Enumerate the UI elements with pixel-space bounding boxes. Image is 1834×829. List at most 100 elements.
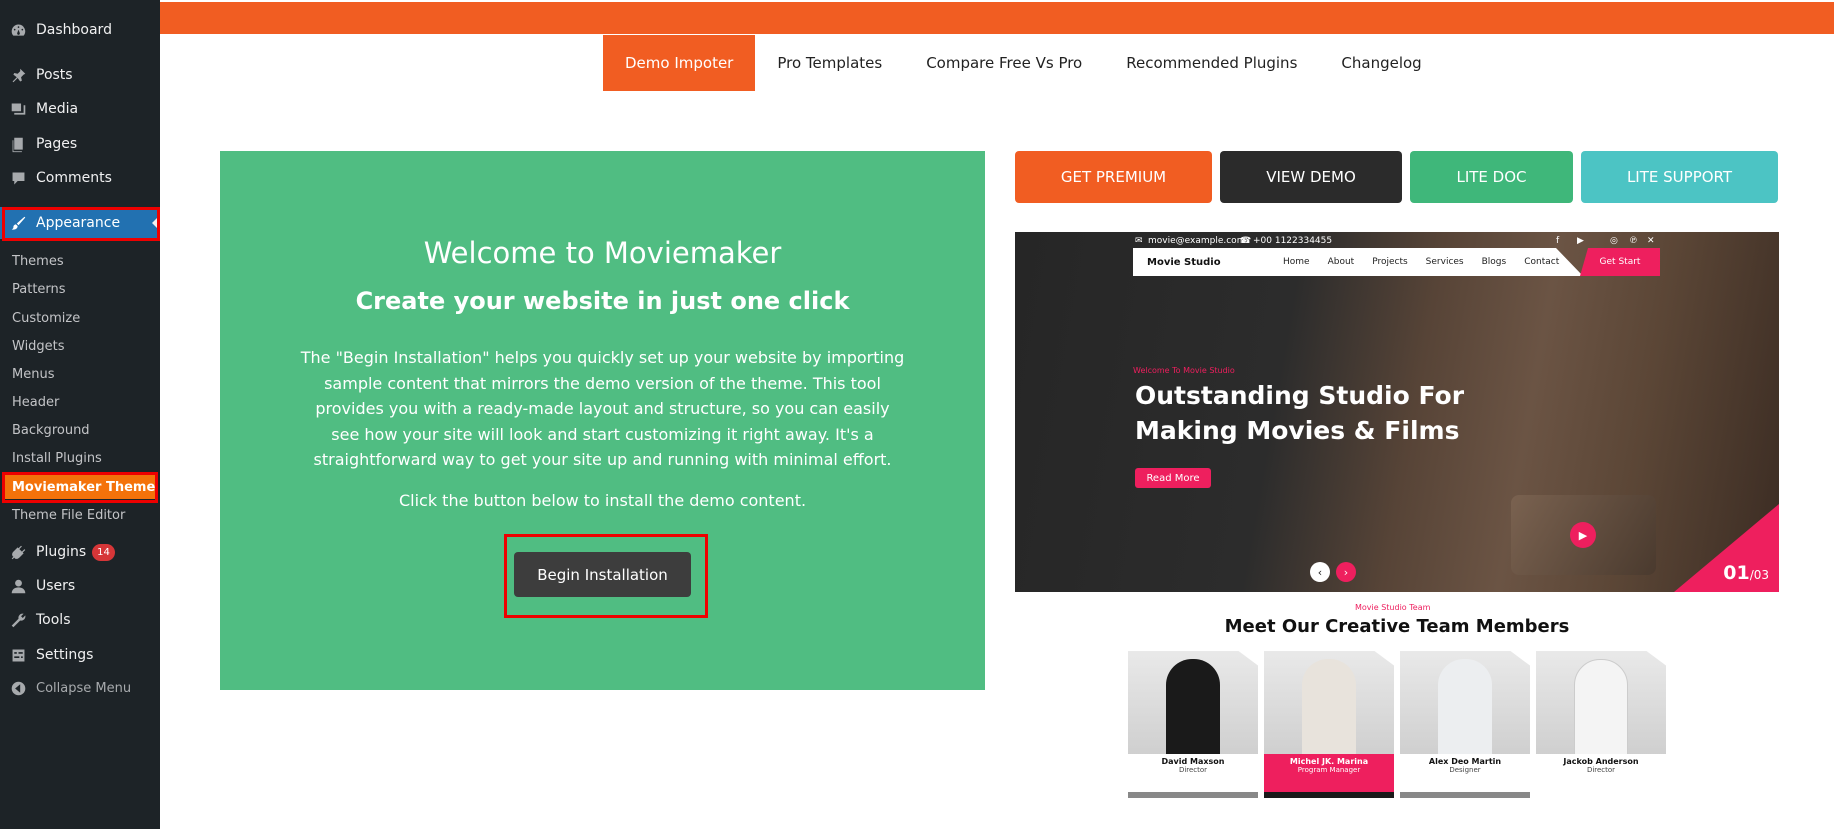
tab-compare-free-vs-pro[interactable]: Compare Free Vs Pro: [904, 35, 1104, 91]
sidebar-item-label: Media: [36, 101, 79, 117]
install-instruction: Click the button below to install the de…: [398, 491, 807, 510]
sidebar-item-users[interactable]: Users: [0, 570, 160, 602]
sidebar-item-appearance[interactable]: Appearance: [0, 207, 160, 239]
brush-icon: [0, 215, 36, 232]
plugin-icon: [0, 544, 36, 561]
sidebar-item-comments[interactable]: Comments: [0, 162, 160, 194]
team-member-card: Alex Deo Martin Designer: [1400, 651, 1530, 798]
preview-menu-item: Contact: [1524, 257, 1560, 267]
slide-total: /03: [1749, 568, 1769, 582]
member-bar: [1264, 792, 1394, 798]
team-title: Meet Our Creative Team Members: [1224, 616, 1570, 637]
instagram-icon: ◎: [1610, 236, 1618, 246]
tab-pro-templates[interactable]: Pro Templates: [755, 35, 904, 91]
member-bar: [1128, 792, 1258, 798]
submenu-install-plugins[interactable]: Install Plugins: [12, 447, 102, 469]
member-name: Jackob Anderson: [1563, 757, 1639, 766]
submenu-patterns[interactable]: Patterns: [12, 278, 66, 300]
sidebar-item-label: Comments: [36, 170, 112, 186]
preview-tagline: Welcome To Movie Studio: [1133, 366, 1235, 375]
submenu-header[interactable]: Header: [12, 391, 59, 413]
lite-support-button[interactable]: LITE SUPPORT: [1581, 151, 1778, 203]
member-caption: Alex Deo Martin Designer: [1400, 754, 1530, 792]
sidebar-item-plugins[interactable]: Plugins 14: [0, 536, 160, 568]
submenu-menus[interactable]: Menus: [12, 363, 54, 385]
tab-bar: Demo Impoter Pro Templates Compare Free …: [603, 35, 1444, 91]
preview-menu-item: Home: [1283, 257, 1310, 267]
view-demo-button[interactable]: VIEW DEMO: [1220, 151, 1402, 203]
sidebar-item-label: Plugins: [36, 544, 87, 560]
x-icon: ✕: [1647, 236, 1655, 246]
pinterest-icon: ℗: [1629, 236, 1638, 246]
lite-doc-button[interactable]: LITE DOC: [1410, 151, 1573, 203]
member-role: Director: [1586, 766, 1616, 774]
submenu-widgets[interactable]: Widgets: [12, 335, 65, 357]
preview-contact-bar: ✉ movie@example.com ☎ +00 1122334455 f ▶…: [1015, 232, 1779, 250]
chevron-left-icon: ‹: [1310, 562, 1330, 582]
get-premium-button[interactable]: GET PREMIUM: [1015, 151, 1212, 203]
sidebar-item-dashboard[interactable]: Dashboard: [0, 14, 160, 46]
media-icon: [0, 101, 36, 118]
begin-installation-button[interactable]: Begin Installation: [514, 552, 691, 597]
welcome-description: The "Begin Installation" helps you quick…: [300, 348, 905, 469]
member-caption: Jackob Anderson Director: [1536, 754, 1666, 792]
submenu-background[interactable]: Background: [12, 419, 90, 441]
submenu-themes[interactable]: Themes: [12, 250, 64, 272]
app: Dashboard Posts Media Pages Comments App…: [0, 0, 1834, 829]
admin-sidebar: Dashboard Posts Media Pages Comments App…: [0, 0, 160, 829]
collapse-menu-button[interactable]: Collapse Menu: [0, 672, 160, 704]
sidebar-item-media[interactable]: Media: [0, 93, 160, 125]
play-icon: ▶: [1570, 522, 1596, 548]
submenu-theme-file-editor[interactable]: Theme File Editor: [12, 504, 125, 526]
phone-icon: ☎: [1240, 236, 1252, 246]
preview-menu-item: Blogs: [1481, 257, 1507, 267]
sidebar-item-label: Dashboard: [36, 22, 112, 38]
sidebar-item-tools[interactable]: Tools: [0, 604, 160, 636]
chevron-right-icon: ›: [1336, 562, 1356, 582]
preview-read-more-button: Read More: [1135, 468, 1211, 488]
sidebar-item-label: Tools: [36, 612, 71, 628]
preview-headline: Outstanding Studio For Making Movies & F…: [1135, 381, 1465, 445]
sidebar-item-pages[interactable]: Pages: [0, 128, 160, 160]
tab-changelog[interactable]: Changelog: [1319, 35, 1443, 91]
sidebar-item-posts[interactable]: Posts: [0, 59, 160, 91]
member-caption: David Maxson Director: [1128, 754, 1258, 792]
submenu-customize[interactable]: Customize: [12, 307, 80, 329]
preview-menu-item: Projects: [1372, 257, 1408, 267]
current-menu-arrow: [152, 215, 160, 231]
welcome-panel: Welcome to Moviemaker Create your websit…: [220, 151, 985, 690]
preview-get-start-button: Get Start: [1580, 248, 1660, 276]
dashboard-icon: [0, 22, 36, 39]
collapse-label: Collapse Menu: [36, 680, 132, 696]
preview-email: movie@example.com: [1148, 236, 1246, 246]
preview-menu: Home About Projects Services Blogs Conta…: [1283, 257, 1559, 267]
sidebar-item-settings[interactable]: Settings: [0, 639, 160, 671]
preview-menu-item: About: [1327, 257, 1355, 267]
sidebar-item-label: Pages: [36, 136, 78, 152]
theme-preview-image: ✉ movie@example.com ☎ +00 1122334455 f ▶…: [1015, 232, 1779, 592]
member-role: Director: [1178, 766, 1208, 774]
welcome-subtitle: Create your website in just one click: [355, 287, 850, 315]
member-name: Alex Deo Martin: [1428, 757, 1502, 766]
team-members: David Maxson Director Michel JK. Marina …: [1128, 651, 1666, 798]
header-bar: [160, 2, 1834, 34]
tab-recommended-plugins[interactable]: Recommended Plugins: [1104, 35, 1319, 91]
user-icon: [0, 578, 36, 595]
preview-navbar: Movie Studio Home About Projects Service…: [1133, 248, 1583, 276]
collapse-arrow-icon: [0, 680, 36, 697]
settings-icon: [0, 647, 36, 664]
member-role: Designer: [1449, 766, 1481, 774]
comment-icon: [0, 170, 36, 187]
sidebar-item-label: Settings: [36, 647, 94, 663]
member-role: Program Manager: [1297, 766, 1361, 774]
preview-logo: Movie Studio: [1147, 256, 1221, 268]
welcome-title: Welcome to Moviemaker: [423, 236, 782, 270]
member-caption: Michel JK. Marina Program Manager: [1264, 754, 1394, 792]
tab-demo-importer[interactable]: Demo Impoter: [603, 35, 756, 91]
action-buttons: GET PREMIUM VIEW DEMO LITE DOC LITE SUPP…: [1015, 151, 1778, 203]
preview-phone: +00 1122334455: [1253, 236, 1333, 246]
member-bar: [1400, 792, 1530, 798]
update-count-badge: 14: [92, 543, 115, 561]
sidebar-item-label: Posts: [36, 67, 73, 83]
submenu-moviemaker-theme[interactable]: Moviemaker Theme: [5, 475, 157, 499]
